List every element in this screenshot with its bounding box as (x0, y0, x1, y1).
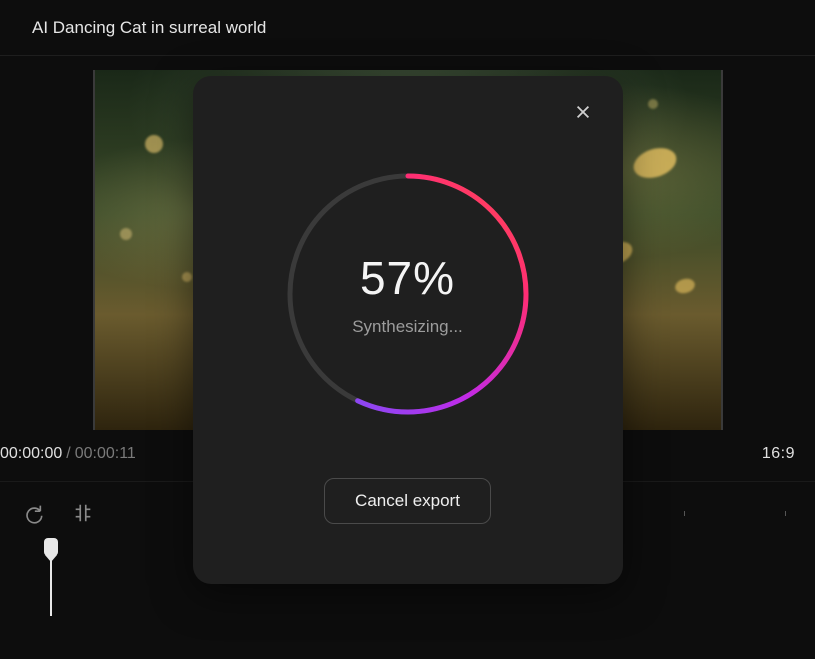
split-icon (72, 502, 94, 524)
time-current: 00:00:00 (0, 445, 62, 463)
time-total: 00:00:11 (75, 445, 136, 463)
redo-icon (22, 502, 44, 524)
aspect-ratio-label: 16:9 (762, 445, 795, 463)
time-separator: / (66, 445, 70, 463)
project-title: AI Dancing Cat in surreal world (32, 18, 266, 38)
close-button[interactable] (569, 98, 597, 126)
playhead-handle-icon[interactable] (44, 538, 58, 556)
export-progress-modal: 57% Synthesizing... Cancel export (193, 76, 623, 584)
time-readout: 00:00:00 / 00:00:11 (0, 445, 136, 463)
close-icon (574, 103, 592, 121)
redo-button[interactable] (22, 502, 44, 524)
progress-ring: 57% Synthesizing... (278, 164, 538, 424)
playhead-line (50, 556, 52, 616)
split-button[interactable] (72, 502, 94, 524)
cancel-export-button[interactable]: Cancel export (324, 478, 491, 524)
app-header: AI Dancing Cat in surreal world (0, 0, 815, 56)
progress-ring-svg (278, 164, 538, 424)
playhead[interactable] (44, 538, 58, 616)
